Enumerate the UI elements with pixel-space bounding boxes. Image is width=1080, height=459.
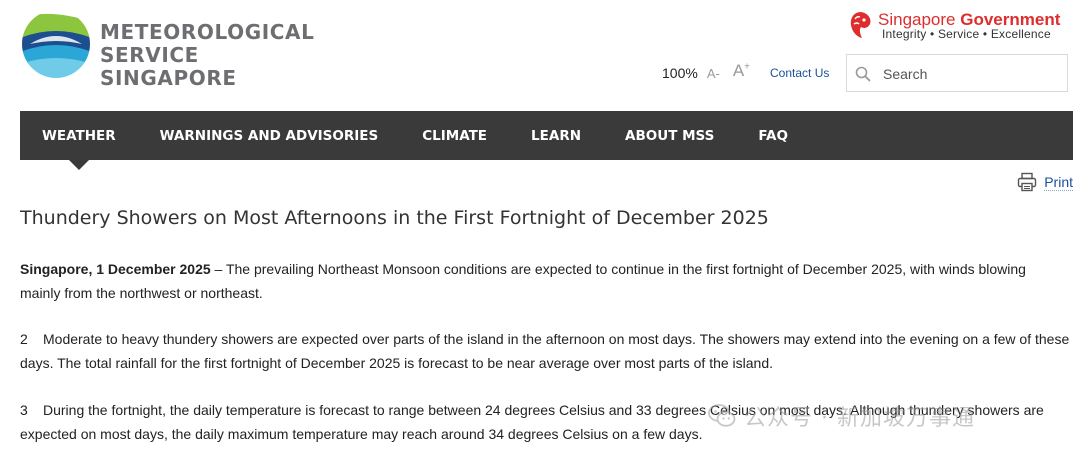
zoom-level: 100% [662,65,698,81]
increase-font-button[interactable]: A+ [733,61,750,81]
nav-item-faq[interactable]: FAQ [736,111,810,160]
paragraph-2-text: Moderate to heavy thundery showers are e… [20,331,1070,371]
print-label: Print [1044,173,1073,191]
paragraph-2: 2 Moderate to heavy thundery showers are … [20,327,1070,375]
nav-item-weather[interactable]: WEATHER [20,111,138,170]
nav-item-about-mss[interactable]: ABOUT MSS [603,111,736,160]
nav-item-warnings-and-advisories[interactable]: WARNINGS AND ADVISORIES [138,111,401,160]
paragraph-1: Singapore, 1 December 2025 – The prevail… [20,257,1070,305]
decrease-font-button[interactable]: A- [707,66,720,81]
increase-font-label: A [732,61,745,80]
logo-line1: Meteorological [100,20,315,44]
nav-item-climate[interactable]: CLIMATE [400,111,509,160]
nav-item-learn[interactable]: LEARN [509,111,603,160]
main-nav: WEATHER WARNINGS AND ADVISORIES CLIMATE … [20,111,1073,170]
logo-line2: Service [100,43,199,67]
contact-us-link[interactable]: Contact Us [770,66,829,80]
logo-line3: Singapore [100,66,237,90]
mss-logo-mark-icon [22,10,90,78]
print-button[interactable]: Print [1017,172,1073,192]
dateline: Singapore, 1 December 2025 [20,261,211,277]
increase-font-sup: + [744,61,751,73]
paragraph-3: 3 During the fortnight, the daily tempera… [20,398,1070,446]
mss-logo-wordmark: Meteorological Service Singapore [100,22,314,91]
accessibility-tools: 100% A- A+ Contact Us [662,58,829,88]
lion-head-icon [850,12,871,38]
mss-logo[interactable]: Meteorological Service Singapore [20,8,314,88]
singapore-government-logo[interactable]: Singapore Government Integrity • Service… [848,10,1068,44]
page-title: Thundery Showers on Most Afternoons in t… [20,207,769,229]
paragraph-2-number: 2 [20,331,28,347]
decrease-font-sup: - [715,65,720,81]
search-input[interactable] [883,63,1061,85]
gov-tagline: Integrity • Service • Excellence [882,27,1051,41]
search-box [846,54,1068,92]
paragraph-3-number: 3 [20,402,28,418]
paragraph-3-text: During the fortnight, the daily temperat… [20,402,1044,442]
printer-icon [1018,172,1037,192]
search-icon[interactable] [855,66,871,82]
